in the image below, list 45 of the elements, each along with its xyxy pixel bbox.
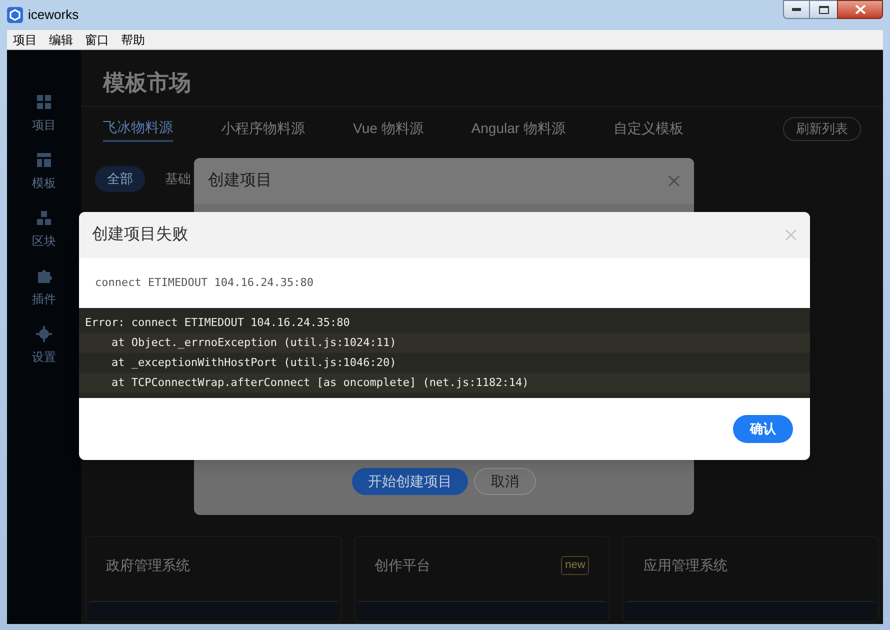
maximize-icon [818, 6, 828, 14]
app-logo-icon [7, 7, 23, 23]
tab[interactable]: Vue 物料源 [353, 116, 424, 141]
close-icon [854, 5, 866, 14]
menu-item[interactable]: 编辑 [45, 30, 77, 48]
card-title: 创作平台 [374, 556, 431, 575]
error-message: connect ETIMEDOUT 104.16.24.35:80 [95, 274, 314, 291]
layout-icon [36, 152, 52, 168]
page-heading: 模板市场 [103, 70, 191, 95]
menu-item[interactable]: 帮助 [117, 30, 149, 48]
sidebar-label[interactable]: 设置 [32, 348, 56, 366]
settings-icon [36, 326, 52, 342]
template-card[interactable]: 创作平台 new [354, 536, 610, 622]
new-badge: new [561, 556, 590, 575]
window-title: iceworks [28, 6, 79, 24]
filter-chip[interactable]: 基础 [157, 166, 199, 192]
tab[interactable]: Angular 物料源 [471, 116, 566, 141]
tab[interactable]: 飞冰物料源 [103, 115, 173, 142]
confirm-button[interactable]: 确认 [733, 415, 793, 443]
close-button[interactable] [837, 0, 883, 19]
minimize-icon [792, 8, 801, 11]
minimize-button[interactable] [783, 0, 810, 19]
maximize-button[interactable] [810, 0, 837, 19]
card-title: 应用管理系统 [643, 556, 728, 575]
grid-icon [36, 94, 52, 110]
menu-item[interactable]: 窗口 [81, 30, 113, 48]
template-card[interactable]: 应用管理系统 [622, 536, 879, 622]
tab[interactable]: 小程序物料源 [221, 116, 305, 141]
start-create-button[interactable]: 开始创建项目 [352, 468, 468, 495]
sidebar-label[interactable]: 插件 [32, 290, 56, 308]
refresh-button[interactable]: 刷新列表 [783, 116, 861, 140]
dialog-title: 创建项目 [208, 170, 272, 191]
puzzle-icon [36, 268, 52, 284]
sidebar-label[interactable]: 区块 [32, 232, 56, 250]
sidebar-label[interactable]: 项目 [32, 116, 56, 134]
stack-trace: Error: connect ETIMEDOUT 104.16.24.35:80 at Object._errnoException (util.js:1024:11) at _exceptionWithHostPort (util.js:1046:20) at TCPConnectWrap.afterConnect [as oncomplete] (net.js:1182:14) [79, 308, 810, 398]
filter-chip[interactable]: 全部 [95, 166, 145, 192]
blocks-icon [36, 210, 52, 226]
dialog-title: 创建项目失败 [92, 224, 188, 245]
tab[interactable]: 自定义模板 [613, 116, 684, 141]
card-title: 政府管理系统 [106, 556, 190, 575]
sidebar-label[interactable]: 模板 [32, 174, 56, 192]
cancel-button[interactable]: 取消 [474, 468, 536, 495]
template-card[interactable]: 政府管理系统 [85, 536, 342, 622]
menu-item[interactable]: 项目 [9, 30, 41, 48]
